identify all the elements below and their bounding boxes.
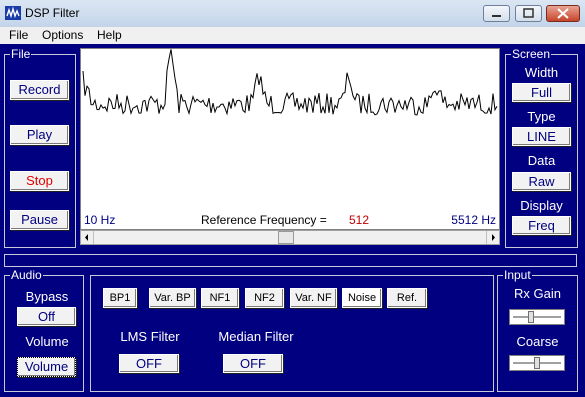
noise-button[interactable]: Noise: [342, 288, 382, 308]
spectrum-trace: [82, 49, 498, 116]
menu-file[interactable]: File: [9, 28, 28, 42]
maximize-button[interactable]: [515, 5, 542, 22]
coarse-slider[interactable]: [509, 355, 565, 371]
scroll-right-arrow[interactable]: [486, 231, 499, 244]
menu-help[interactable]: Help: [97, 28, 122, 42]
frequency-scrollbar[interactable]: [80, 230, 500, 245]
ref-frequency-label: Reference Frequency =: [201, 213, 327, 227]
pause-button[interactable]: Pause: [10, 210, 69, 230]
title-bar: DSP Filter: [0, 0, 585, 28]
rx-gain-track: [513, 316, 561, 318]
var-nf-button[interactable]: Var. NF: [290, 288, 337, 308]
x-max-label: 5512 Hz: [451, 213, 496, 227]
bypass-label: Bypass: [25, 289, 69, 304]
maximize-icon: [523, 8, 534, 18]
coarse-label: Coarse: [516, 334, 559, 349]
arrow-left-icon: [85, 234, 88, 241]
nf2-button[interactable]: NF2: [245, 288, 284, 308]
nf1-button[interactable]: NF1: [201, 288, 239, 308]
rx-gain-label: Rx Gain: [514, 286, 561, 301]
spectrum-plot: 10 Hz Reference Frequency = 512 5512 Hz: [80, 48, 500, 230]
median-filter-button[interactable]: OFF: [223, 354, 283, 373]
display-label: Display: [520, 198, 563, 213]
scroll-thumb[interactable]: [278, 231, 295, 244]
display-button[interactable]: Freq: [512, 216, 571, 235]
file-group-label: File: [10, 47, 32, 61]
data-button[interactable]: Raw: [512, 172, 571, 191]
lms-filter-button[interactable]: OFF: [119, 354, 179, 373]
close-icon: [557, 8, 569, 19]
stop-button[interactable]: Stop: [10, 171, 69, 191]
menu-bar: File Options Help: [0, 27, 585, 44]
rx-gain-knob[interactable]: [527, 311, 534, 323]
window-title: DSP Filter: [25, 6, 80, 20]
ref-button[interactable]: Ref.: [387, 288, 427, 308]
width-label: Width: [524, 65, 559, 80]
bp1-button[interactable]: BP1: [103, 288, 137, 308]
minimize-button[interactable]: [483, 5, 510, 22]
x-min-label: 10 Hz: [84, 213, 116, 227]
lms-filter-label: LMS Filter: [120, 329, 180, 344]
screen-group-label: Screen: [511, 47, 552, 61]
rx-gain-slider[interactable]: [509, 309, 565, 325]
median-filter-label: Median Filter: [218, 329, 294, 344]
client-area: File Record Play Stop Pause 10 Hz Refere…: [0, 44, 585, 397]
input-group-label: Input: [503, 268, 532, 282]
close-button[interactable]: [546, 5, 580, 22]
audio-group-label: Audio: [10, 268, 43, 282]
app-icon: [5, 6, 21, 20]
record-button[interactable]: Record: [10, 80, 69, 100]
bypass-button[interactable]: Off: [17, 307, 76, 326]
width-button[interactable]: Full: [512, 83, 571, 102]
play-button[interactable]: Play: [10, 125, 69, 145]
volume-label: Volume: [25, 334, 69, 349]
arrow-right-icon: [492, 234, 495, 241]
type-label: Type: [527, 109, 556, 124]
menu-options[interactable]: Options: [42, 28, 83, 42]
var-bp-button[interactable]: Var. BP: [149, 288, 196, 308]
scroll-left-arrow[interactable]: [81, 231, 94, 244]
volume-button[interactable]: Volume: [17, 357, 76, 377]
type-button[interactable]: LINE: [512, 127, 571, 146]
spectrum-line: [82, 49, 498, 116]
data-label: Data: [527, 153, 556, 168]
status-strip: [4, 254, 577, 267]
minimize-icon: [492, 15, 501, 17]
coarse-knob[interactable]: [534, 357, 540, 369]
ref-frequency-value: 512: [349, 213, 370, 227]
